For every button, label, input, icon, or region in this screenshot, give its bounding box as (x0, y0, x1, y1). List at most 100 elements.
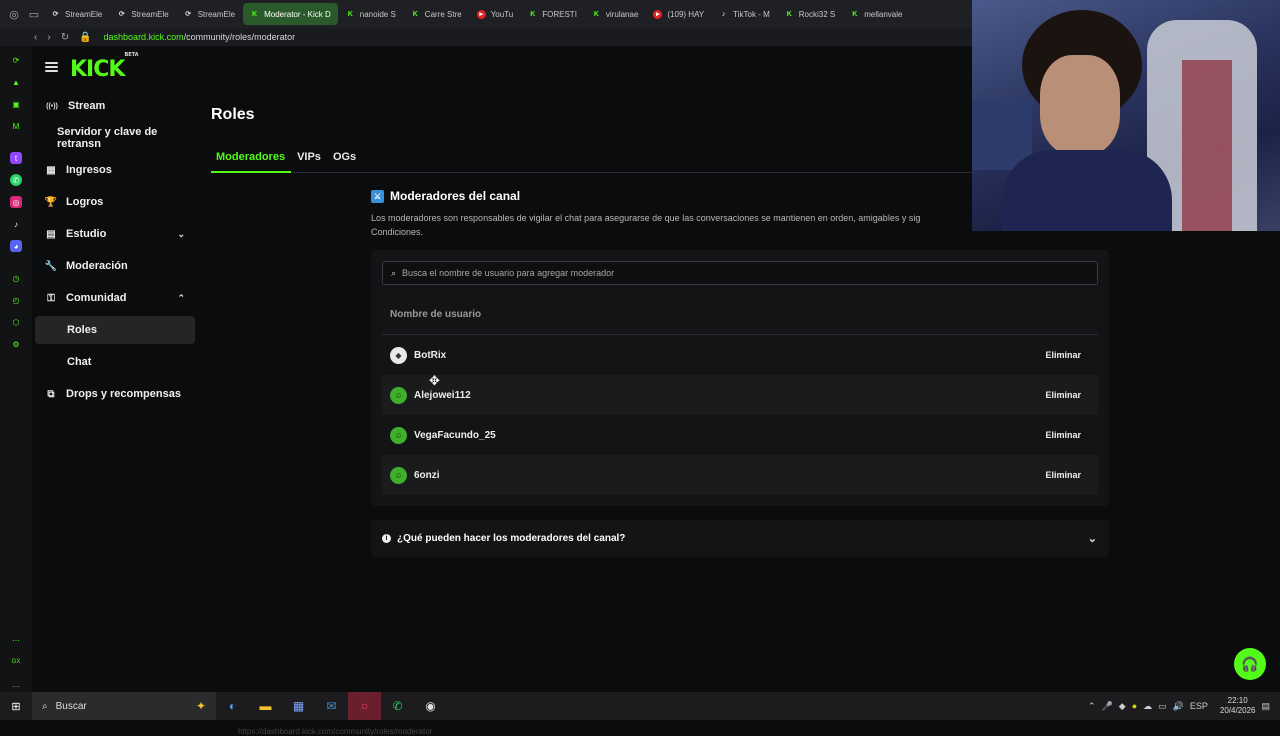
moderator-row: ◆ BotRix Eliminar (382, 335, 1098, 375)
clock-time: 22:10 (1227, 696, 1248, 705)
faq-accordion[interactable]: i ¿Qué pueden hacer los moderadores del … (371, 520, 1109, 557)
sidebar-item-ingresos[interactable]: ▦ Ingresos (35, 156, 195, 184)
browser-tab[interactable]: ▸ YouTu (470, 3, 521, 25)
terms-link[interactable]: Condiciones. (371, 225, 976, 239)
volume-icon[interactable]: 🔊 (1173, 701, 1184, 712)
cloud-icon[interactable]: ☁ (1143, 701, 1152, 712)
tiktok-icon[interactable]: ♪ (10, 218, 22, 230)
copilot-icon[interactable]: ◐ (216, 692, 249, 720)
avatar[interactable]: ◆ (390, 346, 407, 364)
tab-ogs[interactable]: OGs (327, 144, 362, 173)
browser-tab-label: TikTok - M (733, 9, 770, 19)
refresh-app-icon[interactable]: ⟳ (10, 54, 22, 66)
sidebar-item-moderacion[interactable]: 🔧 Moderación (35, 252, 195, 280)
windows-start-icon[interactable]: ⊞ (0, 692, 32, 720)
whatsapp-icon[interactable]: ✆ (10, 174, 22, 186)
browser-tab[interactable]: K Rocki32 S (778, 3, 842, 25)
history-icon[interactable]: ◷ (10, 272, 22, 284)
clock-date: 20/4/2026 (1219, 706, 1256, 715)
remove-moderator-button[interactable]: Eliminar (1045, 390, 1081, 400)
add-moderator-search[interactable]: ⌕ Busca el nombre de usuario para agrega… (382, 261, 1098, 285)
twitch-icon[interactable]: t (10, 152, 22, 164)
settings-icon[interactable]: ⚙ (10, 338, 22, 350)
info-icon: i (382, 534, 391, 543)
tab-vips[interactable]: VIPs (291, 144, 327, 173)
opera-gx-icon[interactable]: ○ (348, 692, 381, 720)
file-explorer-icon[interactable]: ▬ (249, 692, 282, 720)
back-icon[interactable]: ‹ (34, 32, 37, 43)
logo-text: KICK (70, 57, 125, 82)
sidebar-item-roles[interactable]: Roles (35, 316, 195, 344)
clock-icon[interactable]: ◴ (10, 294, 22, 306)
lock-icon[interactable]: 🔒 (79, 32, 91, 43)
remove-moderator-button[interactable]: Eliminar (1045, 470, 1081, 480)
avatar[interactable]: ☺ (390, 386, 407, 404)
instagram-icon[interactable]: ◎ (10, 196, 22, 208)
sidebar-item-comunidad[interactable]: ⚿ Comunidad ⌃ (35, 284, 195, 312)
youtube-favicon-icon: ▸ (653, 9, 663, 19)
mail-app-icon[interactable]: ✉ (315, 692, 348, 720)
moderator-username[interactable]: Alejowei112 (414, 390, 471, 401)
app-tray-icon[interactable]: ● (1132, 701, 1137, 711)
language-indicator[interactable]: ESP (1190, 701, 1208, 711)
taskbar-search[interactable]: ⌕ Buscar ✦ (32, 692, 216, 720)
clock[interactable]: 22:10 20/4/2026 (1220, 696, 1256, 716)
whatsapp-icon[interactable]: ✆ (381, 692, 414, 720)
hamburger-menu-icon[interactable] (45, 62, 58, 72)
browser-tab[interactable]: Knanoide S (339, 3, 403, 25)
browser-menu-icon[interactable]: ◎ (4, 3, 24, 25)
browser-tab[interactable]: K FORESTI (521, 3, 584, 25)
avatar[interactable]: ☺ (390, 466, 407, 484)
avatar[interactable]: ☺ (390, 426, 407, 444)
browser-tab[interactable]: ♪ TikTok - M (712, 3, 777, 25)
moderator-row: ☺ 6onzi Eliminar (382, 455, 1098, 495)
app-icon[interactable]: ▲ (10, 76, 22, 88)
chevron-down-icon: ⌄ (1087, 533, 1097, 545)
browser-tab[interactable]: Kvirulanae (585, 3, 645, 25)
browser-tab[interactable]: ▸ (109) HAY (646, 3, 711, 25)
kick-logo[interactable]: KICKBETA (70, 52, 139, 82)
notifications-icon[interactable]: ▤ (1261, 701, 1270, 712)
browser-tab[interactable]: Kmellanvale (843, 3, 909, 25)
network-icon[interactable]: ▭ (1158, 701, 1167, 712)
reload-icon[interactable]: ↻ (61, 32, 69, 43)
browser-tab-label: virulanae (605, 9, 639, 19)
moderator-username[interactable]: BotRix (414, 350, 446, 361)
obs-icon[interactable]: ◉ (414, 692, 447, 720)
sidebar-item-logros[interactable]: 🏆 Logros (35, 188, 195, 216)
app-icon[interactable]: ▣ (10, 98, 22, 110)
url-field[interactable]: dashboard.kick.com/community/roles/moder… (104, 32, 296, 42)
gx-icon[interactable]: GX (10, 656, 22, 668)
remove-moderator-button[interactable]: Eliminar (1045, 430, 1081, 440)
moderator-sword-icon: ⚔ (371, 189, 384, 203)
sidebar-item-stream[interactable]: ((•)) Stream (35, 92, 195, 120)
sidebar-item-chat[interactable]: Chat (35, 348, 195, 376)
more-icon[interactable]: ⋯ (10, 634, 22, 646)
browser-tab-label: Carre Stre (424, 9, 462, 19)
moderator-username[interactable]: VegaFacundo_25 (414, 430, 496, 441)
sidebar-item-label: Servidor y clave de retransn (57, 126, 158, 150)
nvidia-icon[interactable]: ◆ (1119, 701, 1126, 712)
ellipsis-icon[interactable]: … (10, 678, 22, 690)
moderator-username[interactable]: 6onzi (414, 470, 440, 481)
tab-moderadores[interactable]: Moderadores (211, 144, 292, 173)
browser-tab[interactable]: ⟳ StreamEle (44, 3, 109, 25)
help-chat-button[interactable]: 🎧 (1234, 648, 1266, 680)
forward-icon[interactable]: › (47, 32, 50, 43)
remove-moderator-button[interactable]: Eliminar (1045, 350, 1081, 360)
chevron-up-icon[interactable]: ⌃ (1088, 701, 1096, 712)
browser-tab[interactable]: K Carre Stre (404, 3, 469, 25)
discord-icon[interactable]: ◕ (10, 240, 22, 252)
mic-icon[interactable]: 🎤 (1102, 701, 1113, 712)
sidebar-item-drops[interactable]: ⧉ Drops y recompensas (35, 380, 195, 408)
browser-tab[interactable]: ⟳ StreamEle (177, 3, 242, 25)
tab-actions-icon[interactable]: ▭ (24, 3, 44, 25)
browser-tab[interactable]: ⟳ StreamEle (110, 3, 175, 25)
app-icon[interactable]: M (10, 120, 22, 132)
calendar-app-icon[interactable]: ▦ (282, 692, 315, 720)
sidebar-item-servidor[interactable]: Servidor y clave de retransn (35, 124, 195, 152)
extensions-icon[interactable]: ⬡ (10, 316, 22, 328)
browser-tab[interactable]: K Moderator - Kick D (243, 3, 338, 25)
sidebar-item-estudio[interactable]: ▤ Estudio ⌄ (35, 220, 195, 248)
sidebar-item-label: Logros (66, 196, 104, 208)
